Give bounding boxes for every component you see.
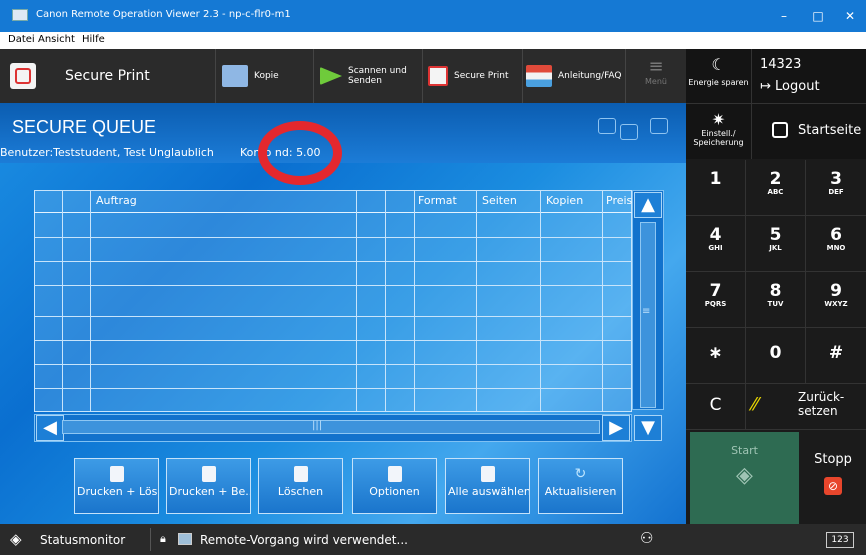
logout-icon: ↦ <box>760 79 776 94</box>
scroll-down-button[interactable]: ▼ <box>634 415 662 441</box>
lock-icon: 🔒︎ <box>160 532 166 545</box>
close-button[interactable]: ✕ <box>838 6 862 26</box>
key-4[interactable]: 4 GHI <box>686 216 746 272</box>
red-circle-annotation <box>258 121 342 185</box>
column-header-preis[interactable]: Preis <box>606 190 632 212</box>
key-7[interactable]: 7 PQRS <box>686 272 746 328</box>
app-title: Secure Print <box>65 68 150 84</box>
arrow-up-icon: ▲ <box>641 194 655 215</box>
arrow-left-icon: ◀ <box>43 417 57 438</box>
key-asterisk[interactable]: ∗ <box>686 328 746 384</box>
start-button[interactable]: Start ◈ <box>690 432 799 524</box>
settings-button[interactable]: ✷ Einstell./ Speicherung <box>686 103 752 159</box>
menu-hilfe[interactable]: Hilfe <box>82 34 105 45</box>
key-hash[interactable]: # <box>806 328 866 384</box>
status-message: Remote-Vorgang wird verwendet... <box>200 533 408 547</box>
column-header-seiten[interactable]: Seiten <box>482 190 517 212</box>
grip-icon: ||| <box>312 420 323 431</box>
key-2[interactable]: 2 ABC <box>746 160 806 216</box>
keyboard-button[interactable]: 123 <box>826 532 854 548</box>
maximize-button[interactable]: □ <box>806 6 830 26</box>
refresh-button[interactable]: ↻ Aktualisieren <box>538 458 623 514</box>
user-id: 14323 <box>760 57 802 72</box>
refresh-icon: ↻ <box>574 466 587 482</box>
app-icon <box>12 9 28 21</box>
clear-key[interactable]: C <box>686 384 746 430</box>
reset-button[interactable]: ⁄⁄ Zurück- setzen <box>746 384 866 430</box>
key-5[interactable]: 5 JKL <box>746 216 806 272</box>
start-diamond-icon: ◈ <box>736 463 753 488</box>
print-delete-button[interactable]: Drucken + Lös... <box>74 458 159 514</box>
column-header-auftrag[interactable]: Auftrag <box>96 190 137 212</box>
gear-icon: ✷ <box>711 110 726 129</box>
key-3[interactable]: 3 DEF <box>806 160 866 216</box>
nav-scannen-senden[interactable]: Scannen und Senden <box>320 49 418 103</box>
menu-button[interactable]: ≡ Menü <box>636 57 676 97</box>
energy-save-button[interactable]: ☾ Energie sparen <box>686 49 752 103</box>
logout-button[interactable]: ↦ Logout <box>760 79 820 94</box>
reset-icon: ⁄⁄ <box>752 394 759 415</box>
decorative-window-icon <box>650 118 668 134</box>
moon-icon: ☾ <box>711 55 726 74</box>
remote-link-icon: ⚇ <box>640 529 654 547</box>
decorative-window-icon <box>598 118 616 134</box>
key-0[interactable]: 0 <box>746 328 806 384</box>
arrow-right-icon: ▶ <box>609 417 623 438</box>
minimize-button[interactable]: – <box>772 6 796 26</box>
decorative-window-icon <box>620 124 638 140</box>
remote-screen-icon <box>178 533 192 545</box>
column-header-kopien[interactable]: Kopien <box>546 190 583 212</box>
copy-icon <box>222 65 248 87</box>
signpost-icon <box>526 65 552 87</box>
key-8[interactable]: 8 TUV <box>746 272 806 328</box>
delete-button[interactable]: Löschen <box>258 458 343 514</box>
nav-secure-print[interactable]: Secure Print <box>428 49 518 103</box>
stop-icon: ⊘ <box>824 477 842 495</box>
app-navigation-bar: Secure Print Kopie Scannen und Senden Se… <box>0 49 686 103</box>
column-header-format[interactable]: Format <box>418 190 457 212</box>
delete-icon <box>293 466 308 482</box>
key-6[interactable]: 6 MNO <box>806 216 866 272</box>
home-button[interactable]: Startseite <box>752 103 866 159</box>
checkbox-icon <box>480 466 495 482</box>
options-button[interactable]: Optionen <box>352 458 437 514</box>
scroll-up-button[interactable]: ▲ <box>634 192 662 218</box>
print-queue-table <box>34 190 632 412</box>
window-title: Canon Remote Operation Viewer 2.3 - np-c… <box>36 9 291 20</box>
status-monitor-icon: ◈ <box>10 530 22 548</box>
options-icon <box>387 466 402 482</box>
nav-kopie[interactable]: Kopie <box>222 49 310 103</box>
key-1[interactable]: 1 <box>686 160 746 216</box>
home-icon <box>772 122 788 138</box>
hamburger-icon: ≡ <box>648 56 664 77</box>
print-delete-icon <box>109 466 124 482</box>
horizontal-scroll-thumb[interactable] <box>62 420 600 434</box>
window-titlebar: Canon Remote Operation Viewer 2.3 - np-c… <box>0 0 866 32</box>
grip-icon: ≡ <box>642 306 651 317</box>
print-keep-icon <box>201 466 216 482</box>
scroll-left-button[interactable]: ◀ <box>36 415 64 441</box>
arrow-down-icon: ▼ <box>641 417 655 438</box>
stop-button[interactable]: Stopp ⊘ <box>800 432 866 524</box>
secure-print-icon <box>428 66 448 86</box>
print-keep-button[interactable]: Drucken + Be... <box>166 458 251 514</box>
user-area: 14323 ↦ Logout <box>752 49 866 103</box>
nav-anleitung-faq[interactable]: Anleitung/FAQ <box>526 49 622 103</box>
menu-datei[interactable]: Datei <box>8 34 35 45</box>
menu-bar: Datei Ansicht Hilfe <box>0 32 866 49</box>
page-title: SECURE QUEUE <box>12 117 157 137</box>
scroll-right-button[interactable]: ▶ <box>602 415 630 441</box>
key-9[interactable]: 9 WXYZ <box>806 272 866 328</box>
select-all-button[interactable]: Alle auswählen <box>445 458 530 514</box>
secure-print-app-icon <box>10 63 36 89</box>
send-arrow-icon <box>320 67 342 85</box>
status-monitor-button[interactable]: Statusmonitor <box>40 533 125 547</box>
user-info: Benutzer:Teststudent, Test Unglaublich <box>0 146 214 159</box>
menu-ansicht[interactable]: Ansicht <box>38 34 75 45</box>
status-bar: ◈ Statusmonitor 🔒︎ Remote-Vorgang wird v… <box>0 524 866 555</box>
